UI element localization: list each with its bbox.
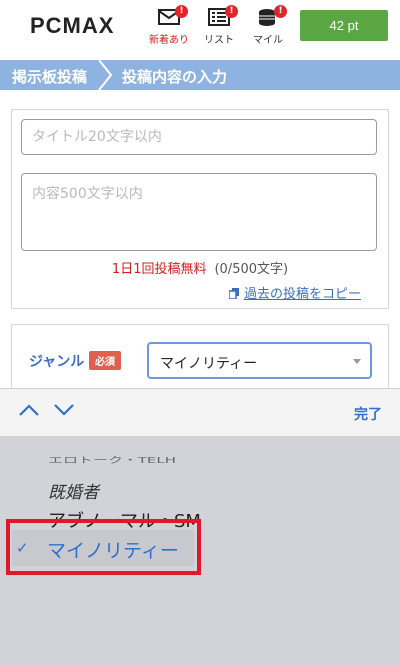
chevron-down-icon[interactable] bbox=[53, 402, 75, 422]
free-post-note: 1日1回投稿無料 bbox=[111, 262, 207, 277]
coins-icon: ! bbox=[257, 5, 287, 26]
points-button[interactable]: 42 pt bbox=[300, 10, 388, 41]
mail-icon: ! bbox=[158, 5, 188, 26]
genre-select[interactable]: マイノリティー bbox=[147, 342, 372, 379]
breadcrumb-parent[interactable]: 掲示板投稿 bbox=[12, 66, 87, 87]
post-counter: 1日1回投稿無料 (0/500文字) bbox=[0, 258, 400, 277]
list-icon: ! bbox=[208, 5, 238, 26]
picker-option[interactable]: 既婚者 bbox=[48, 478, 99, 503]
chevron-down-icon bbox=[353, 359, 361, 364]
messages-button[interactable]: ! 新着あり bbox=[147, 5, 191, 46]
copy-past-post-link[interactable]: 過去の投稿をコピー bbox=[228, 283, 362, 302]
copy-icon bbox=[228, 288, 239, 300]
list-button[interactable]: ! リスト bbox=[197, 5, 241, 46]
badge: ! bbox=[175, 5, 188, 18]
chevron-up-icon[interactable] bbox=[18, 402, 40, 422]
miles-button[interactable]: ! マイル bbox=[246, 5, 290, 46]
breadcrumb: 掲示板投稿 投稿内容の入力 bbox=[0, 59, 400, 91]
done-button[interactable]: 完了 bbox=[354, 404, 382, 424]
badge: ! bbox=[274, 5, 287, 18]
list-label: リスト bbox=[204, 35, 234, 46]
highlight-box bbox=[6, 519, 201, 575]
required-badge: 必須 bbox=[89, 351, 121, 370]
keyboard-accessory-bar: 完了 bbox=[0, 388, 400, 437]
app-header: PCMAX ! 新着あり ! リスト ! マイル 42 pt bbox=[0, 0, 400, 56]
genre-label: ジャンル bbox=[29, 354, 85, 370]
breadcrumb-current: 投稿内容の入力 bbox=[122, 68, 228, 86]
body-input[interactable] bbox=[21, 173, 377, 251]
miles-label: マイル bbox=[253, 35, 283, 46]
genre-select-value: マイノリティー bbox=[160, 356, 258, 372]
picker-option[interactable]: エロトーク・TELH bbox=[48, 454, 176, 466]
messages-label: 新着あり bbox=[149, 35, 189, 46]
copy-link-label: 過去の投稿をコピー bbox=[244, 287, 362, 302]
char-count: (0/500文字) bbox=[214, 262, 289, 277]
logo[interactable]: PCMAX bbox=[30, 13, 114, 39]
chevron-right-icon bbox=[97, 59, 113, 94]
title-input[interactable] bbox=[21, 119, 377, 155]
badge: ! bbox=[225, 5, 238, 18]
